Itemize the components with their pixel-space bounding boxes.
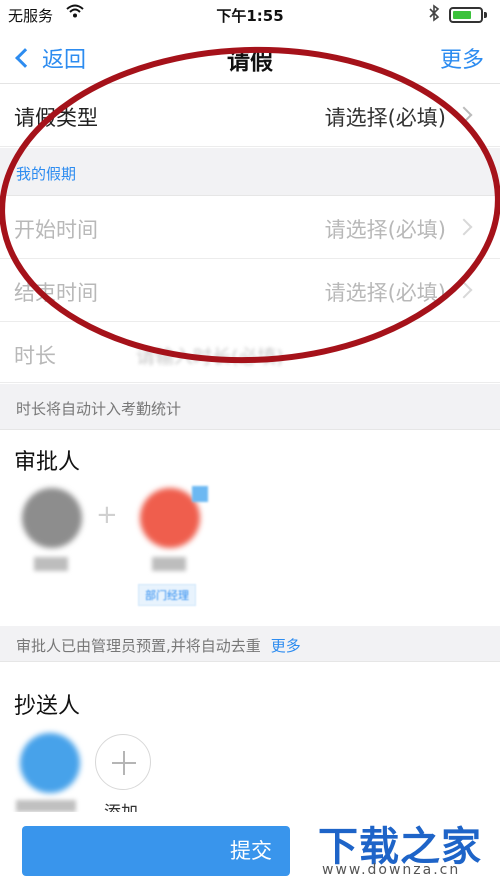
- my-leave-section[interactable]: 我的假期: [0, 148, 500, 196]
- cc-name: [16, 800, 76, 812]
- battery-level-fill: [453, 11, 471, 19]
- duration-row[interactable]: 时长 请输入时长(必填): [0, 323, 500, 383]
- approver-role-tag: 部门经理: [138, 584, 196, 606]
- cc-avatar[interactable]: [20, 733, 80, 793]
- approver-note-text: 审批人已由管理员预置,并将自动去重: [16, 637, 261, 655]
- chevron-right-icon: [455, 218, 473, 236]
- add-cc-button[interactable]: [95, 734, 151, 790]
- approver-note-more-link[interactable]: 更多: [271, 637, 301, 655]
- duration-input[interactable]: 请输入时长(必填): [136, 342, 284, 369]
- plus-connector-icon: +: [96, 500, 118, 530]
- approver-note: 审批人已由管理员预置,并将自动去重 更多: [16, 635, 301, 656]
- chevron-right-icon: [455, 106, 473, 124]
- watermark: 下载之家 www.downza.cn: [296, 812, 500, 889]
- duration-note: 时长将自动计入考勤统计: [16, 400, 182, 418]
- approver-name: [34, 557, 68, 571]
- start-time-value: 请选择(必填): [324, 218, 446, 242]
- start-time-label: 开始时间: [14, 218, 98, 242]
- approver-avatar[interactable]: [22, 488, 82, 548]
- start-time-row[interactable]: 开始时间 请选择(必填): [0, 197, 500, 259]
- cc-title: 抄送人: [14, 694, 81, 719]
- my-leave-link[interactable]: 我的假期: [16, 163, 76, 184]
- approver-note-section: 审批人已由管理员预置,并将自动去重 更多: [0, 626, 500, 662]
- watermark-url: www.downza.cn: [322, 862, 461, 878]
- end-time-row[interactable]: 结束时间 请选择(必填): [0, 260, 500, 322]
- submit-button[interactable]: 提交: [22, 826, 290, 876]
- end-time-label: 结束时间: [14, 281, 98, 305]
- badge-icon: [192, 486, 208, 502]
- leave-type-label: 请假类型: [14, 106, 98, 130]
- duration-note-section: 时长将自动计入考勤统计: [0, 384, 500, 430]
- status-bar: 无服务 下午1:55: [0, 0, 500, 28]
- clock-time: 下午1:55: [216, 7, 284, 25]
- approvers-title: 审批人: [14, 450, 81, 475]
- bluetooth-icon: [428, 4, 440, 26]
- bottom-bar: 提交 下载之家 www.downza.cn: [0, 812, 500, 889]
- leave-type-row[interactable]: 请假类型 请选择(必填): [0, 85, 500, 147]
- approver-name: [152, 557, 186, 571]
- duration-label: 时长: [14, 344, 56, 368]
- page-title: 请假: [227, 49, 273, 75]
- chevron-right-icon: [455, 281, 473, 299]
- battery-tip: [484, 12, 487, 18]
- plus-icon-stroke: [123, 751, 125, 775]
- end-time-value: 请选择(必填): [324, 281, 446, 305]
- approver-avatar[interactable]: [140, 488, 200, 548]
- leave-type-value: 请选择(必填): [324, 106, 446, 130]
- navigation-bar: 返回 请假 更多: [0, 28, 500, 84]
- more-button[interactable]: 更多: [440, 42, 484, 74]
- battery-icon: [449, 7, 483, 23]
